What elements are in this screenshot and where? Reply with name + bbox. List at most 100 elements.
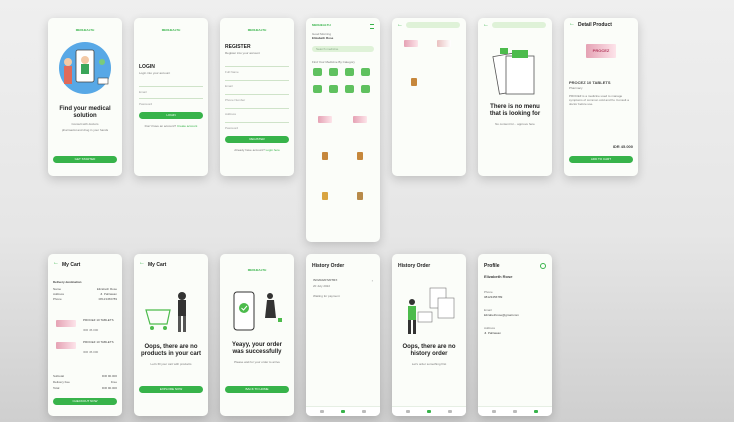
search-empty-screen: ← There is no menu that is looking for N… — [478, 18, 552, 176]
email-field[interactable]: Email — [225, 74, 289, 88]
history-nav-icon[interactable] — [427, 410, 431, 413]
login-subtitle: Login into your account — [139, 71, 171, 75]
order-id: INV20220720TRX — [313, 278, 338, 282]
category-vitamin-icon[interactable] — [345, 68, 354, 76]
password-field[interactable]: Password — [225, 116, 289, 130]
login-title: LOGIN — [139, 64, 155, 70]
email-field[interactable]: Email — [139, 80, 203, 94]
order-date: 20 July 2022 — [313, 284, 331, 288]
user-name: Elizabeth Rose — [312, 36, 334, 40]
brand-logo: MEDHEALTH — [247, 268, 267, 272]
product-card[interactable] — [401, 40, 421, 50]
product-image-label: PROCEZ — [592, 48, 610, 53]
category-sport-icon[interactable] — [361, 85, 370, 93]
password-placeholder: Password — [139, 102, 153, 106]
back-arrow-icon[interactable]: ← — [569, 21, 575, 27]
history-nav-icon[interactable] — [513, 410, 517, 413]
address-field[interactable]: Address — [225, 102, 289, 116]
cart-item-image — [56, 320, 76, 327]
back-arrow-icon[interactable]: ← — [397, 22, 403, 28]
phone-label: Phone — [53, 297, 62, 301]
profile-header: Profile — [484, 263, 500, 269]
product-card[interactable] — [315, 152, 335, 162]
explore-button[interactable]: EXPLORE NOW — [139, 386, 203, 393]
register-button[interactable]: REGISTER — [225, 136, 289, 143]
total-value: IDR 90.000 — [101, 386, 117, 390]
login-button[interactable]: LOGIN — [139, 112, 203, 119]
create-account-link[interactable]: Create account — [177, 124, 197, 128]
back-arrow-icon[interactable]: ← — [53, 260, 59, 266]
total-row: Total IDR 90.000 — [53, 386, 117, 390]
password-placeholder: Password — [225, 126, 239, 130]
phone-label: Phone — [484, 290, 493, 294]
product-card[interactable] — [434, 40, 454, 50]
category-herbal-icon[interactable] — [329, 68, 338, 76]
success-title: Yeayy, your order was successfully — [232, 342, 282, 355]
empty-search-title: There is no menu that is looking for — [489, 104, 541, 117]
product-card[interactable] — [350, 192, 370, 202]
home-nav-icon[interactable] — [320, 410, 324, 413]
home-nav-icon[interactable] — [406, 410, 410, 413]
cart-item-price: IDR 45.000 — [83, 350, 99, 354]
menu-icon[interactable] — [370, 24, 374, 29]
product-card[interactable] — [350, 152, 370, 162]
delivery-title: Delivery destination — [53, 280, 82, 284]
chevron-right-icon: › — [371, 278, 373, 283]
category-medical-icon[interactable] — [313, 85, 322, 93]
cart-item-name: PROCEZ 10 TABLETS — [83, 340, 114, 344]
success-subtitle: Please wait for your order to arrive — [234, 360, 280, 364]
history-screen: History Order INV20220720TRX › 20 July 2… — [306, 254, 380, 416]
login-here-link[interactable]: Login here — [266, 148, 280, 152]
phone-value: 08123456789 — [484, 295, 503, 299]
add-to-cart-button[interactable]: ADD TO CART — [569, 156, 633, 163]
category-supplement-icon[interactable] — [361, 68, 370, 76]
register-prompt: Don't have an account? Create account — [134, 124, 208, 128]
product-card[interactable] — [315, 116, 335, 126]
search-input[interactable] — [406, 22, 460, 28]
category-others-icon[interactable] — [345, 85, 354, 93]
password-field[interactable]: Password — [139, 92, 203, 106]
success-phone-illustration — [233, 291, 282, 331]
phone-field[interactable]: Phone Number — [225, 88, 289, 102]
back-home-button[interactable]: BACK TO HOME — [225, 386, 289, 393]
register-title: REGISTER — [225, 44, 251, 50]
delivery-fee-row: Delivery Fee Free — [53, 380, 117, 384]
category-section-title: Find Your Medicine By Category — [312, 60, 355, 64]
empty-cart-title: Oops, there are no products in your cart — [140, 344, 201, 357]
back-arrow-icon[interactable]: ← — [483, 22, 489, 28]
search-input[interactable]: Search medicine — [312, 46, 374, 52]
brand-logo: MEDHEALTH — [75, 28, 95, 32]
search-input[interactable] — [492, 22, 546, 28]
delivery-fee-label: Delivery Fee — [53, 380, 70, 384]
checkout-button[interactable]: CHECKOUT NOW — [53, 398, 117, 405]
category-drugs-icon[interactable] — [313, 68, 322, 76]
profile-nav-icon[interactable] — [448, 410, 452, 413]
product-card[interactable] — [350, 116, 370, 126]
login-prompt-text: Already have account? — [234, 148, 265, 152]
phone-value: 08123456789 — [98, 297, 117, 301]
get-started-button[interactable]: GET STARTED — [53, 156, 117, 163]
cart-item[interactable]: PROCEZ 10 TABLETS IDR 45.000 — [53, 338, 117, 354]
cart-item-name: PROCEZ 10 TABLETS — [83, 318, 114, 322]
empty-search-subtitle: No content for... approve here — [495, 122, 535, 126]
welcome-screen: MEDHEALTH Find your medical solution Con… — [48, 18, 122, 176]
history-order-card[interactable]: INV20220720TRX › 20 July 2022 Waiting fo… — [311, 276, 375, 302]
settings-icon[interactable] — [540, 263, 546, 269]
product-card[interactable] — [315, 192, 335, 202]
profile-name: Elizabeth Rose — [484, 274, 513, 279]
login-prompt: Already have account? Login here — [220, 148, 294, 152]
full-name-field[interactable]: Full Name — [225, 60, 289, 74]
profile-nav-icon[interactable] — [534, 410, 538, 413]
profile-nav-icon[interactable] — [362, 410, 366, 413]
product-card[interactable] — [404, 78, 424, 88]
welcome-subtitle-2: pharmacist and drug in your hands — [61, 128, 109, 132]
email-label: Email — [484, 308, 492, 312]
cart-item[interactable]: PROCEZ 10 TABLETS IDR 45.000 — [53, 316, 117, 332]
order-status: Waiting for payment — [313, 294, 340, 298]
detail-header: Detail Product — [578, 22, 612, 28]
history-nav-icon[interactable] — [341, 410, 345, 413]
home-nav-icon[interactable] — [492, 410, 496, 413]
back-arrow-icon[interactable]: ← — [139, 260, 145, 266]
address-value: Jl. Pahlawan — [484, 331, 502, 335]
category-baby-icon[interactable] — [329, 85, 338, 93]
